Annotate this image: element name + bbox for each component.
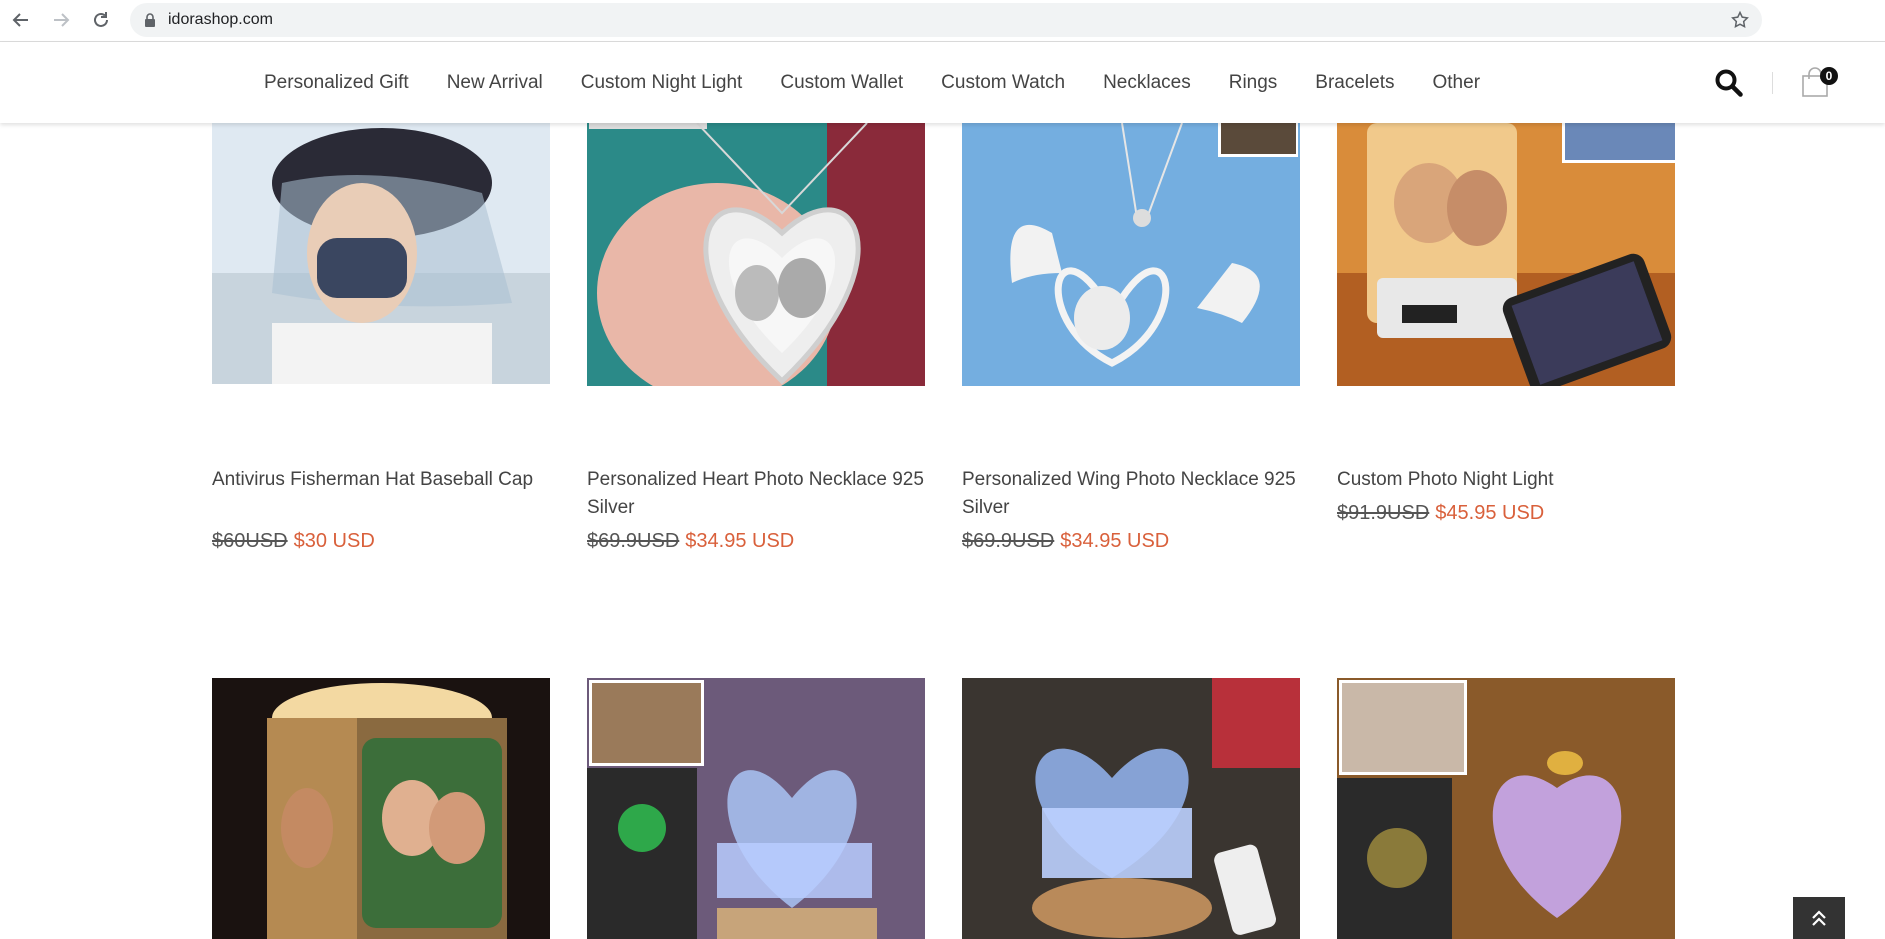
reload-icon [94,12,108,27]
nav-bracelets[interactable]: Bracelets [1315,72,1394,94]
product-price: $60USD $30 USD [212,530,375,553]
sale-price: $45.95 USD [1435,502,1545,524]
old-price: $69.9USD [587,530,680,552]
sale-price: $34.95 USD [1060,530,1170,552]
arrow-left-icon [12,13,28,27]
arrow-right-icon [54,13,70,27]
header-divider [1772,72,1773,94]
sale-price: $34.95 USD [685,530,795,552]
product-image[interactable] [1337,123,1675,386]
site-header: Personalized Gift New Arrival Custom Nig… [0,42,1885,123]
browser-toolbar: idorashop.com [0,0,1885,42]
url-text: idorashop.com [168,11,273,28]
back-to-top-button[interactable] [1793,897,1845,939]
reload-button[interactable] [89,8,113,32]
product-price: $69.9USD $34.95 USD [587,530,794,553]
product-image[interactable] [212,123,550,384]
product-title[interactable]: Personalized Heart Photo Necklace 925 Si… [587,466,925,522]
address-bar[interactable]: idorashop.com [130,3,1762,37]
star-icon[interactable] [1730,10,1750,30]
nav-rings[interactable]: Rings [1229,72,1278,94]
main-navigation: Personalized Gift New Arrival Custom Nig… [264,42,1518,123]
product-title[interactable]: Custom Photo Night Light [1337,466,1675,494]
product-image[interactable] [1337,678,1675,939]
product-title[interactable]: Personalized Wing Photo Necklace 925 Sil… [962,466,1300,522]
cart-count-badge: 0 [1820,67,1838,85]
nav-custom-night-light[interactable]: Custom Night Light [581,72,743,94]
nav-custom-wallet[interactable]: Custom Wallet [780,72,903,94]
nav-other[interactable]: Other [1433,72,1481,94]
product-image[interactable] [587,123,925,386]
nav-custom-watch[interactable]: Custom Watch [941,72,1065,94]
product-image[interactable] [962,123,1300,386]
product-title[interactable]: Antivirus Fisherman Hat Baseball Cap [212,466,550,494]
old-price: $69.9USD [962,530,1055,552]
nav-necklaces[interactable]: Necklaces [1103,72,1191,94]
lock-icon [145,13,155,27]
nav-new-arrival[interactable]: New Arrival [447,72,543,94]
old-price: $91.9USD [1337,502,1430,524]
nav-personalized-gift[interactable]: Personalized Gift [264,72,409,94]
search-icon[interactable] [1714,68,1744,98]
sale-price: $30 USD [293,530,375,552]
back-button[interactable] [9,8,33,32]
product-image[interactable] [587,678,925,939]
product-image[interactable] [962,678,1300,939]
double-chevron-up-icon [1812,910,1826,926]
forward-button[interactable] [49,8,73,32]
product-price: $69.9USD $34.95 USD [962,530,1169,553]
product-price: $91.9USD $45.95 USD [1337,502,1544,525]
product-image[interactable] [212,678,550,939]
old-price: $60USD [212,530,288,552]
